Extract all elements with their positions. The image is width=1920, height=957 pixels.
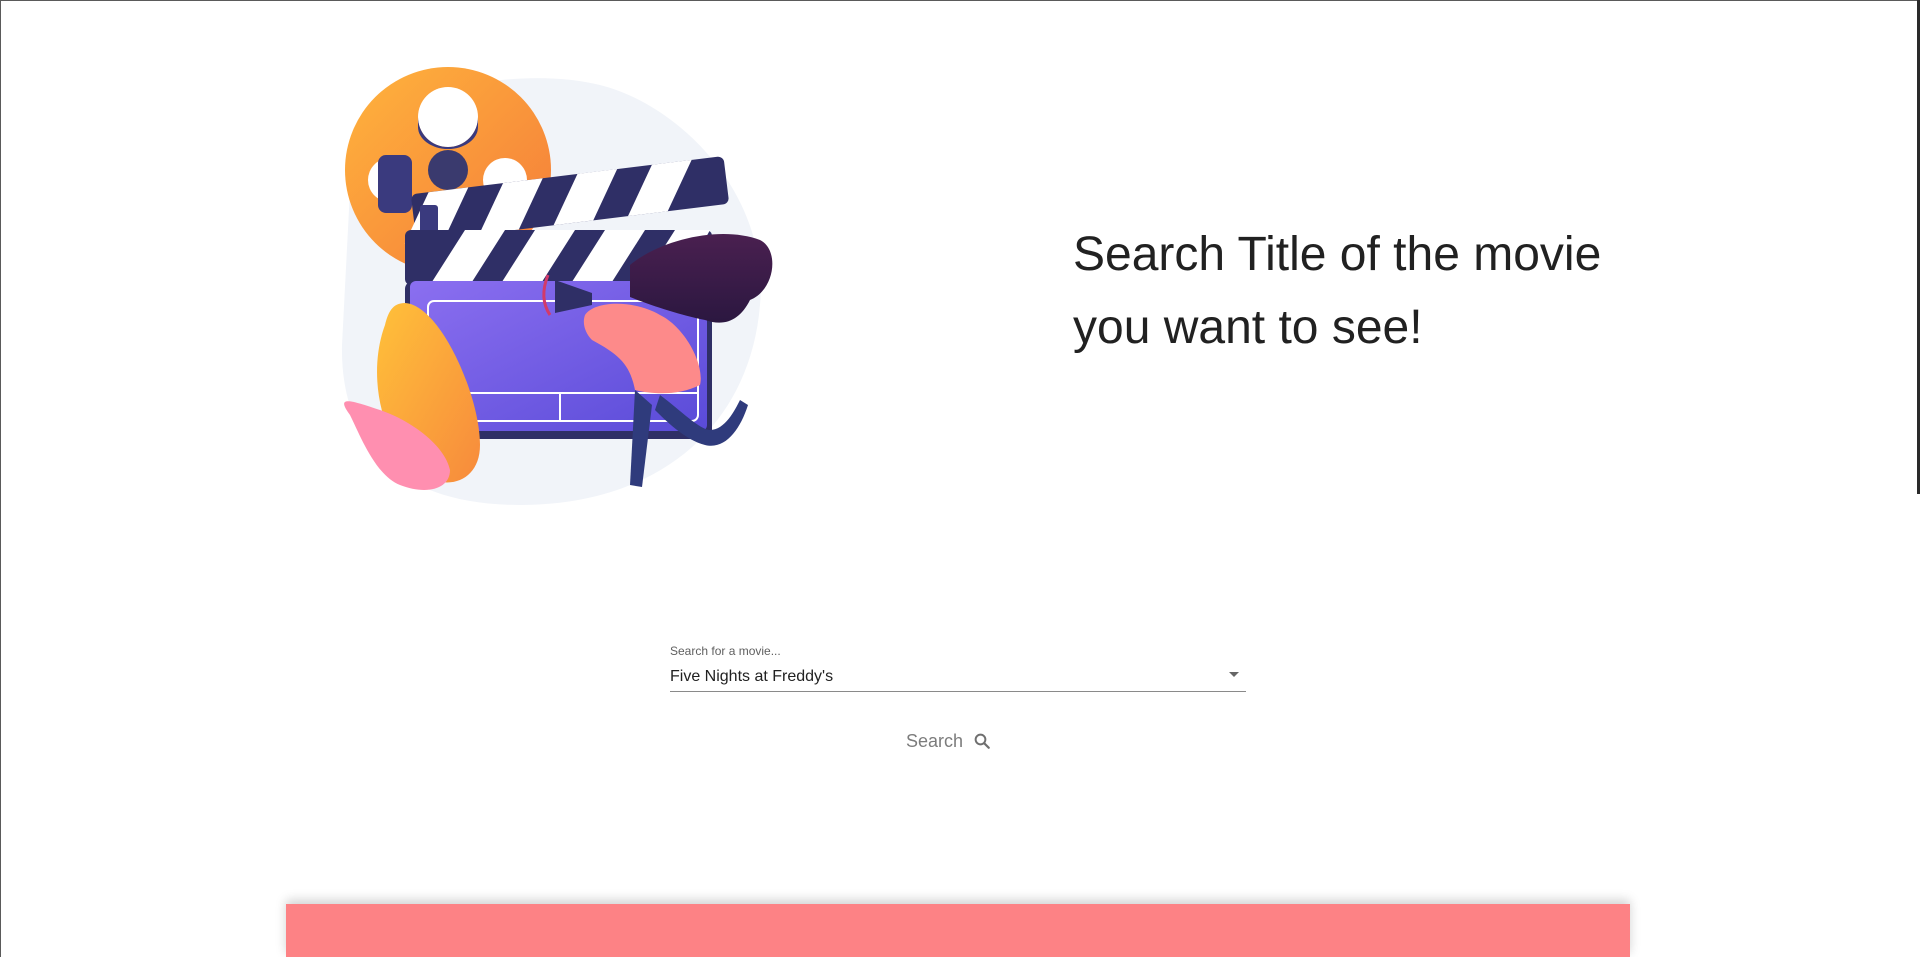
footer-banner (286, 904, 1630, 957)
window-top-border (0, 0, 1920, 1)
movie-search-autocomplete[interactable]: Search for a movie... Five Nights at Fre… (670, 641, 1246, 693)
page-title: Search Title of the movie you want to se… (1073, 218, 1693, 364)
search-field-underline (670, 691, 1246, 692)
search-input[interactable]: Five Nights at Freddy's (670, 667, 833, 687)
headline-line-1: Search Title of the movie (1073, 228, 1602, 281)
film-clapperboard-illustration (330, 65, 780, 510)
headline-line-2: you want to see! (1073, 301, 1423, 354)
search-icon (973, 732, 991, 750)
search-button[interactable]: Search (906, 726, 991, 756)
dropdown-arrow-icon[interactable] (1229, 672, 1239, 677)
search-field-label: Search for a movie... (670, 644, 781, 658)
search-button-label: Search (906, 730, 964, 751)
window-left-border (0, 0, 1, 957)
